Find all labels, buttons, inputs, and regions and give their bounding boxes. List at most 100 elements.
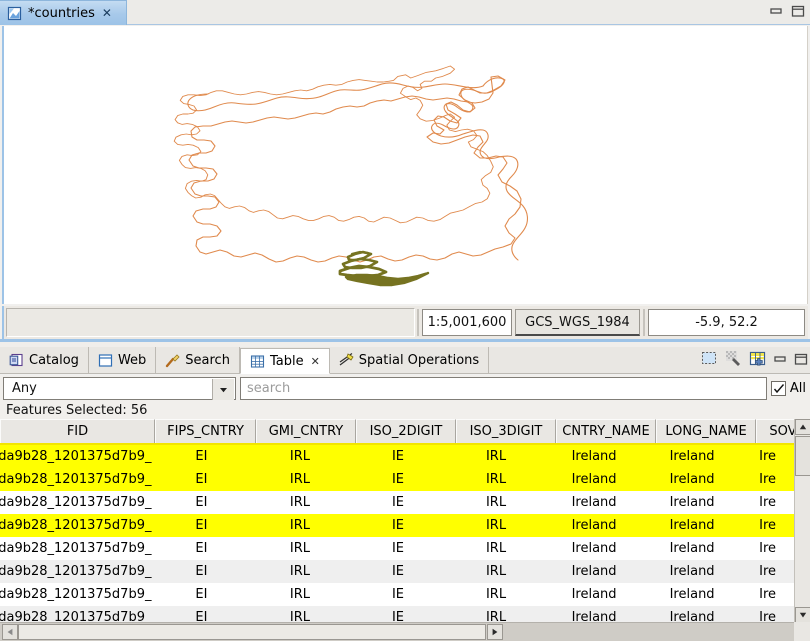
- table-row[interactable]: dda9b28_1201375d7b9_ EI IRL IE IRL Ireland Ire…: [0, 445, 794, 468]
- cell-gmi_cntry[interactable]: IRL: [251, 583, 349, 606]
- cell-fid[interactable]: dda9b28_1201375d7b9_: [0, 537, 152, 560]
- cell-cntry_name[interactable]: Ireland: [545, 491, 643, 514]
- all-checkbox[interactable]: All: [770, 381, 806, 396]
- cell-fips_cntry[interactable]: EI: [152, 537, 251, 560]
- view-tab-spatial-operations[interactable]: Spatial Operations: [329, 347, 490, 373]
- cell-fid[interactable]: dda9b28_1201375d7b9_: [0, 514, 152, 537]
- cell-iso_2digit[interactable]: IE: [349, 537, 447, 560]
- maximize-view-icon[interactable]: [794, 352, 808, 366]
- cell-fips_cntry[interactable]: EI: [152, 468, 251, 491]
- cell-sov[interactable]: Ire: [741, 491, 794, 514]
- cell-long_name[interactable]: Ireland: [643, 468, 741, 491]
- editor-tab-countries[interactable]: *countries ✕: [0, 0, 127, 25]
- cell-iso_3digit[interactable]: IRL: [447, 537, 545, 560]
- cell-sov[interactable]: Ire: [741, 560, 794, 583]
- cell-iso_2digit[interactable]: IE: [349, 560, 447, 583]
- cell-gmi_cntry[interactable]: IRL: [251, 491, 349, 514]
- chevron-down-icon[interactable]: [212, 379, 234, 400]
- cell-fid[interactable]: dda9b28_1201375d7b9_: [0, 491, 152, 514]
- cell-long_name[interactable]: Ireland: [643, 537, 741, 560]
- table-row[interactable]: dda9b28_1201375d7b9_ EI IRL IE IRL Ireland Ire…: [0, 583, 794, 606]
- table-row[interactable]: dda9b28_1201375d7b9_ EI IRL IE IRL Ireland Ire…: [0, 491, 794, 514]
- cell-fips_cntry[interactable]: EI: [152, 514, 251, 537]
- cell-iso_2digit[interactable]: IE: [349, 583, 447, 606]
- map-scale-field[interactable]: 1:5,001,600: [422, 309, 512, 336]
- view-tab-table[interactable]: Table ✕: [239, 348, 330, 374]
- cell-iso_3digit[interactable]: IRL: [447, 445, 545, 468]
- cell-fips_cntry[interactable]: EI: [152, 560, 251, 583]
- horizontal-scroll-thumb[interactable]: [18, 624, 486, 640]
- minimize-view-icon[interactable]: [773, 352, 787, 366]
- cell-fips_cntry[interactable]: EI: [152, 583, 251, 606]
- column-header-gmi_cntry[interactable]: GMI_CNTRY: [256, 419, 356, 443]
- cell-fid[interactable]: dda9b28_1201375d7b9_: [0, 468, 152, 491]
- cell-gmi_cntry[interactable]: IRL: [251, 445, 349, 468]
- search-input[interactable]: search: [240, 377, 767, 400]
- cell-cntry_name[interactable]: Ireland: [545, 537, 643, 560]
- cell-long_name[interactable]: Ireland: [643, 445, 741, 468]
- view-tab-search[interactable]: Search: [156, 347, 240, 373]
- cell-cntry_name[interactable]: Ireland: [545, 560, 643, 583]
- checkbox-box[interactable]: [770, 381, 786, 396]
- cell-sov[interactable]: Ire: [741, 514, 794, 537]
- select-all-icon[interactable]: [701, 350, 718, 367]
- cell-iso_2digit[interactable]: IE: [349, 468, 447, 491]
- cell-cntry_name[interactable]: Ireland: [545, 468, 643, 491]
- cell-gmi_cntry[interactable]: IRL: [251, 514, 349, 537]
- cell-iso_3digit[interactable]: IRL: [447, 514, 545, 537]
- column-header-fid[interactable]: FID: [0, 419, 155, 443]
- cell-iso_2digit[interactable]: IE: [349, 445, 447, 468]
- cell-iso_2digit[interactable]: IE: [349, 514, 447, 537]
- map-crs-button[interactable]: GCS_WGS_1984: [515, 309, 640, 336]
- table-row[interactable]: dda9b28_1201375d7b9_ EI IRL IE IRL Ireland Ire…: [0, 468, 794, 491]
- cell-sov[interactable]: Ire: [741, 537, 794, 560]
- column-header-iso_3digit[interactable]: ISO_3DIGIT: [456, 419, 556, 443]
- cell-fips_cntry[interactable]: EI: [152, 491, 251, 514]
- column-header-fips_cntry[interactable]: FIPS_CNTRY: [155, 419, 256, 443]
- scroll-up-icon[interactable]: [795, 419, 810, 435]
- maximize-icon[interactable]: [791, 4, 805, 18]
- cell-fid[interactable]: dda9b28_1201375d7b9_: [0, 560, 152, 583]
- cell-long_name[interactable]: Ireland: [643, 583, 741, 606]
- cell-iso_2digit[interactable]: IE: [349, 491, 447, 514]
- cell-gmi_cntry[interactable]: IRL: [251, 560, 349, 583]
- cell-sov[interactable]: Ire: [741, 583, 794, 606]
- minimize-icon[interactable]: [769, 4, 783, 18]
- table-vertical-scrollbar[interactable]: [794, 419, 810, 623]
- column-header-iso_2digit[interactable]: ISO_2DIGIT: [356, 419, 456, 443]
- field-selector-combo[interactable]: Any: [3, 377, 236, 400]
- column-header-cntry_name[interactable]: CNTRY_NAME: [556, 419, 656, 443]
- cell-gmi_cntry[interactable]: IRL: [251, 537, 349, 560]
- view-tab-close-icon[interactable]: ✕: [309, 355, 320, 368]
- table-row[interactable]: dda9b28_1201375d7b9_ EI IRL IE IRL Ireland Ire…: [0, 560, 794, 583]
- view-tab-web[interactable]: Web: [88, 347, 157, 373]
- cell-iso_3digit[interactable]: IRL: [447, 583, 545, 606]
- cell-long_name[interactable]: Ireland: [643, 514, 741, 537]
- cell-cntry_name[interactable]: Ireland: [545, 514, 643, 537]
- map-canvas[interactable]: [2, 26, 808, 304]
- table-row[interactable]: dda9b28_1201375d7b9_ EI IRL IE IRL Ireland Ire…: [0, 514, 794, 537]
- zoom-to-selection-icon[interactable]: [725, 350, 742, 367]
- table-row[interactable]: dda9b28_1201375d7b9_ EI IRL IE IRL Ireland Ire…: [0, 537, 794, 560]
- scroll-right-icon[interactable]: [487, 624, 503, 640]
- cell-sov[interactable]: Ire: [741, 468, 794, 491]
- add-field-icon[interactable]: [749, 350, 766, 367]
- cell-iso_3digit[interactable]: IRL: [447, 560, 545, 583]
- cell-long_name[interactable]: Ireland: [643, 491, 741, 514]
- cell-fips_cntry[interactable]: EI: [152, 445, 251, 468]
- cell-long_name[interactable]: Ireland: [643, 560, 741, 583]
- vertical-scroll-thumb[interactable]: [795, 436, 810, 476]
- cell-iso_3digit[interactable]: IRL: [447, 491, 545, 514]
- scroll-down-icon[interactable]: [795, 607, 810, 623]
- cell-cntry_name[interactable]: Ireland: [545, 445, 643, 468]
- scroll-left-icon[interactable]: [2, 624, 18, 640]
- table-horizontal-scrollbar[interactable]: [0, 622, 810, 641]
- view-tab-catalog[interactable]: Catalog: [0, 347, 89, 373]
- cell-fid[interactable]: dda9b28_1201375d7b9_: [0, 583, 152, 606]
- cell-cntry_name[interactable]: Ireland: [545, 583, 643, 606]
- close-icon[interactable]: ✕: [101, 7, 113, 19]
- cell-fid[interactable]: dda9b28_1201375d7b9_: [0, 445, 152, 468]
- cell-sov[interactable]: Ire: [741, 445, 794, 468]
- cell-iso_3digit[interactable]: IRL: [447, 468, 545, 491]
- cell-gmi_cntry[interactable]: IRL: [251, 468, 349, 491]
